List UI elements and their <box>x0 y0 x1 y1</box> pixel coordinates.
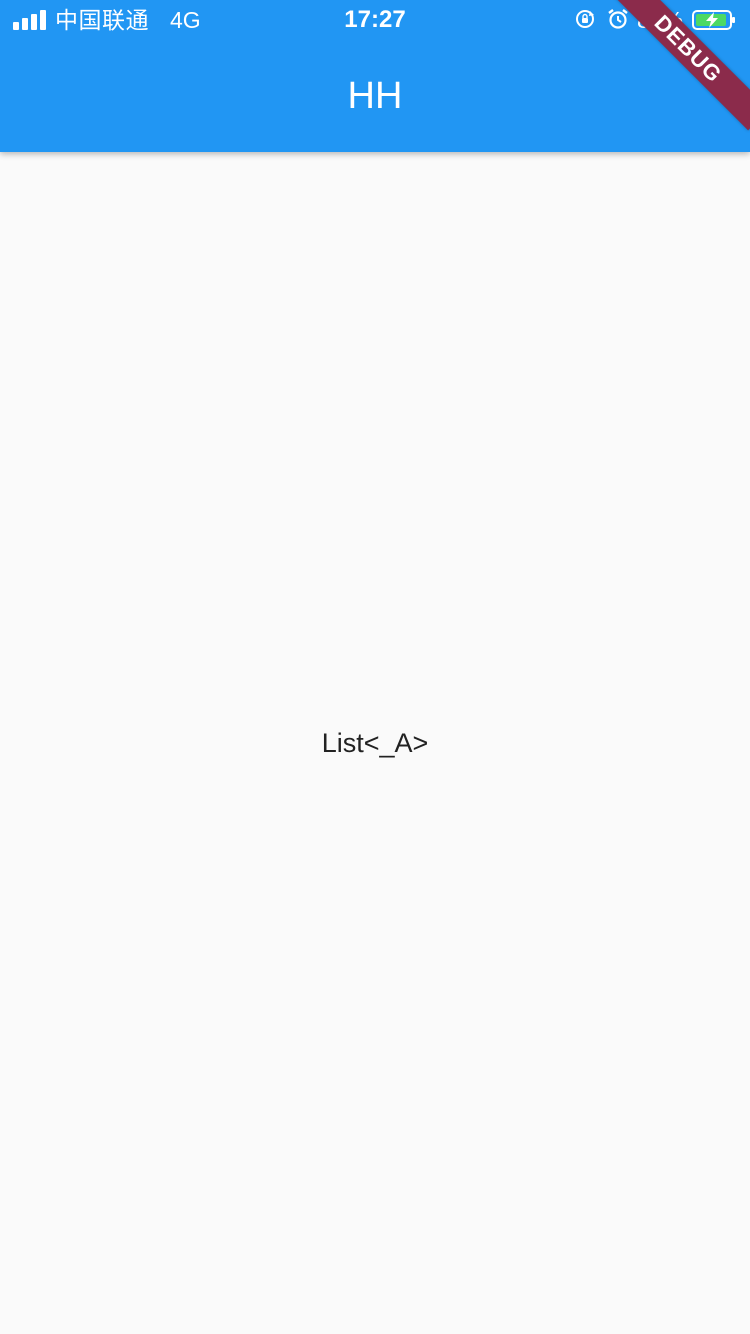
body-text: List<_A> <box>321 728 429 758</box>
page-body: List<_A> <box>0 152 750 1334</box>
battery-percentage: 86% <box>637 7 684 33</box>
app-screen: 中国联通 4G 17:27 86% HH List<_A> DEBUG <box>0 0 750 1334</box>
battery-charging-icon <box>692 10 735 30</box>
alarm-icon <box>608 9 628 29</box>
status-bar: 中国联通 4G 17:27 86% <box>0 0 750 40</box>
page-title: HH <box>347 75 403 117</box>
rotation-lock-icon <box>576 10 594 28</box>
app-bar: 中国联通 4G 17:27 86% HH <box>0 0 750 152</box>
